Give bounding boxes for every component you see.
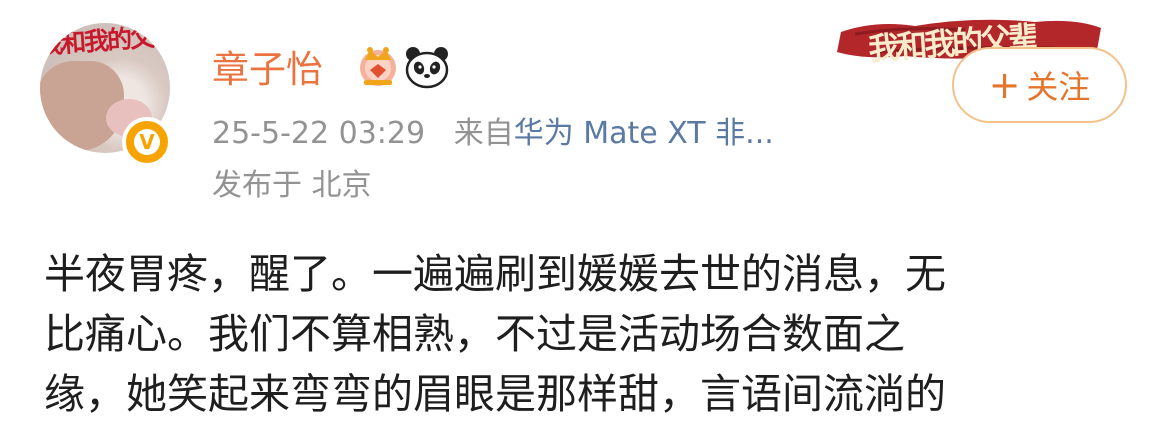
post-device-link[interactable]: 华为 Mate XT 非... <box>514 116 774 151</box>
post-body: 半夜胃疼，醒了。一遍遍刷到媛媛去世的消息，无 比痛心。我们不算相熟，不过是活动场… <box>44 244 1144 424</box>
post-line: 比痛心。我们不算相熟，不过是活动场合数面之 <box>44 310 905 358</box>
panda-icon[interactable] <box>404 45 450 89</box>
username[interactable]: 章子怡 <box>212 42 323 98</box>
post-line: 缘，她笑起来弯弯的眉眼是那样甜，言语间流淌的 <box>44 370 946 418</box>
post-source-prefix: 来自 <box>453 116 514 151</box>
follow-button[interactable]: + 关注 <box>952 47 1127 123</box>
post-timestamp: 25-5-22 03:29 <box>212 116 426 151</box>
avatar-poster-text: 我和我的父辈 <box>40 23 170 60</box>
follow-button-label: 关注 <box>1026 68 1091 106</box>
crown-icon[interactable] <box>356 44 400 88</box>
post-location: 发布于 北京 <box>212 168 372 203</box>
post-line: 半夜胃疼，醒了。一遍遍刷到媛媛去世的消息，无 <box>44 250 946 298</box>
plus-icon: + <box>988 63 1021 107</box>
verified-v-icon: V <box>122 117 172 167</box>
post-meta: 25-5-22 03:29 来自华为 Mate XT 非... <box>212 114 774 154</box>
